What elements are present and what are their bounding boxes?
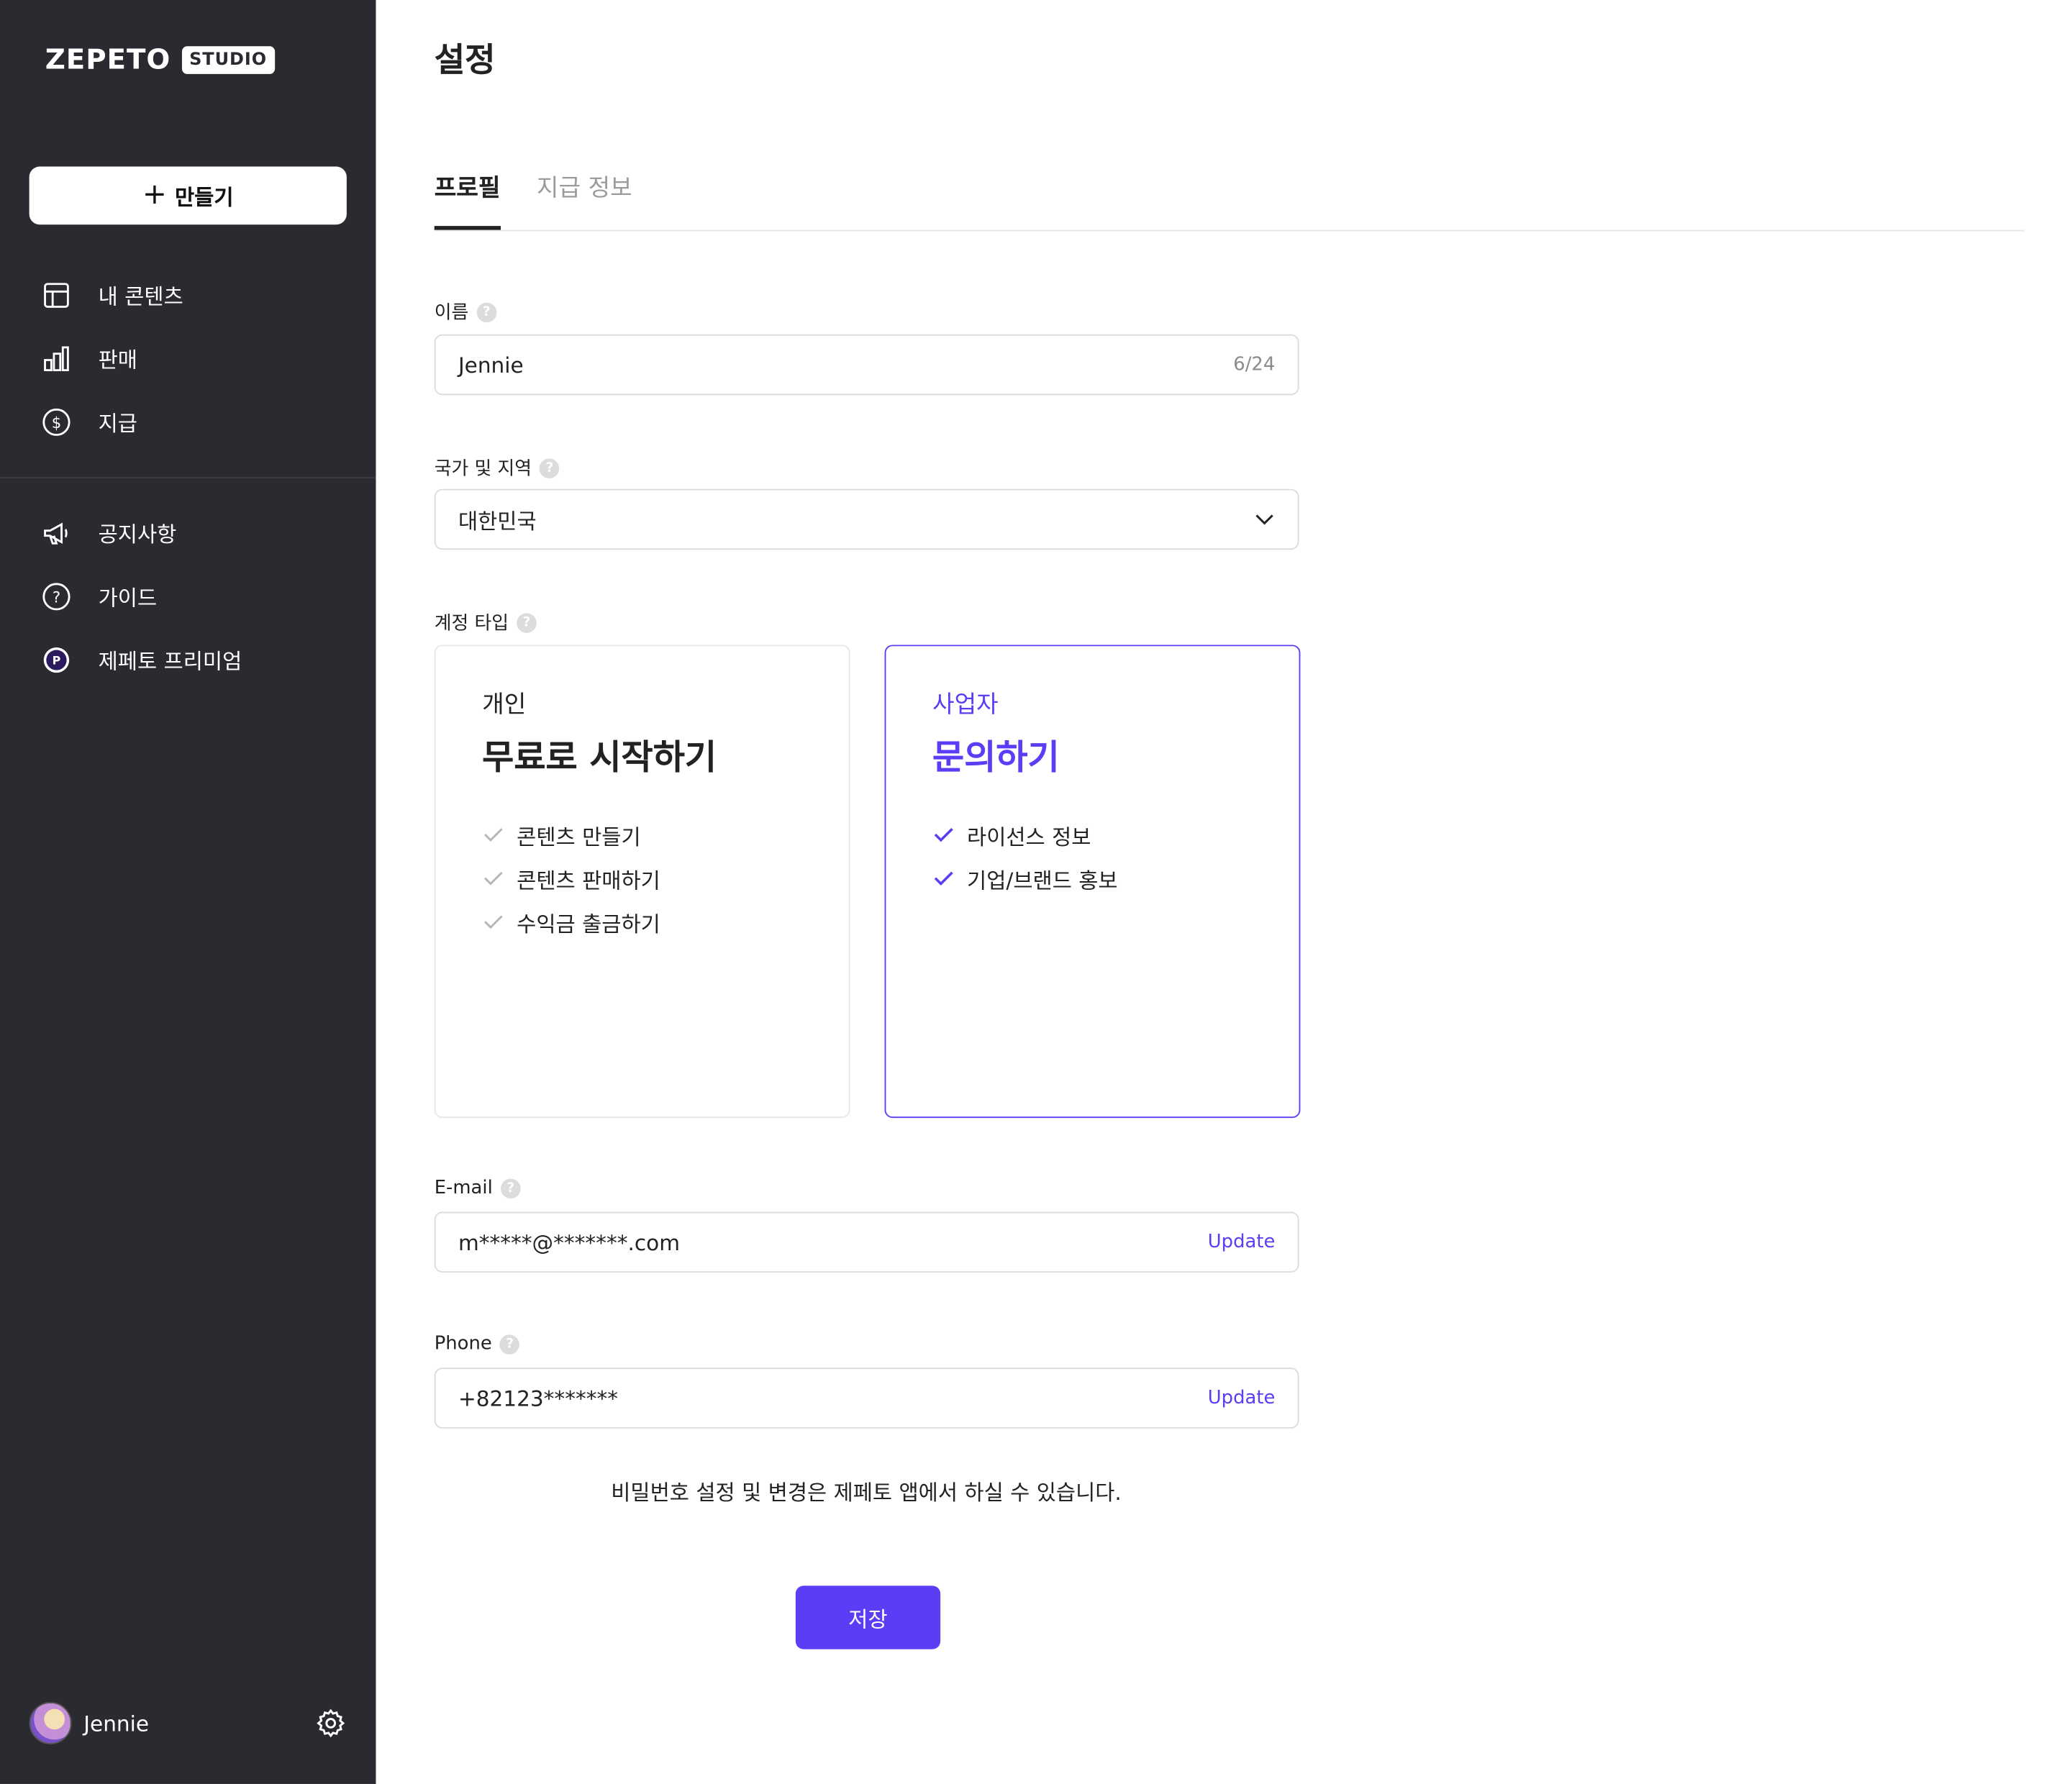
sidebar-item-label: 공지사항	[98, 522, 177, 547]
check-icon	[484, 828, 503, 842]
user-profile[interactable]: Jennie	[29, 1702, 149, 1744]
sidebar-item-label: 제페토 프리미엄	[98, 648, 242, 674]
svg-text:?: ?	[53, 587, 60, 605]
primary-nav: 내 콘텐츠 판매 $ 지급	[0, 263, 376, 454]
sidebar-item-sales[interactable]: 판매	[0, 327, 376, 390]
sidebar-divider	[0, 477, 376, 478]
check-icon	[484, 871, 503, 886]
country-label-row: 국가 및 지역 ?	[435, 455, 560, 481]
logo-badge: STUDIO	[181, 45, 276, 73]
premium-badge-icon: P	[43, 647, 70, 673]
feature-list: 라이선스 정보 기업/브랜드 홍보	[932, 813, 1118, 900]
email-label: E-mail	[434, 1177, 493, 1199]
sidebar-item-payout[interactable]: $ 지급	[0, 390, 376, 453]
account-type-card-personal[interactable]: 개인 무료로 시작하기 콘텐츠 만들기 콘텐츠 판매하기 수익금 출금하기	[434, 645, 850, 1119]
feature-label: 콘텐츠 만들기	[517, 824, 641, 850]
name-value: Jennie	[458, 352, 524, 378]
help-icon[interactable]: ?	[476, 301, 497, 322]
check-icon	[934, 871, 953, 886]
sidebar-item-my-content[interactable]: 내 콘텐츠	[0, 263, 376, 327]
sidebar-item-notices[interactable]: 공지사항	[0, 501, 376, 564]
create-button-label: 만들기	[175, 185, 234, 211]
plus-icon: +	[142, 178, 167, 211]
card-kind: 개인	[482, 691, 527, 719]
svg-text:$: $	[52, 413, 62, 431]
card-headline: 문의하기	[932, 738, 1060, 778]
svg-text:P: P	[53, 653, 61, 667]
email-value: m*****@*******.com	[458, 1229, 680, 1255]
gear-icon[interactable]	[315, 1707, 347, 1739]
avatar	[29, 1702, 72, 1744]
account-type-label: 계정 타입	[434, 613, 509, 634]
account-type-card-business[interactable]: 사업자 문의하기 라이선스 정보 기업/브랜드 홍보	[884, 645, 1301, 1119]
list-item: 콘텐츠 판매하기	[482, 856, 660, 900]
card-kind: 사업자	[932, 691, 999, 719]
list-item: 라이선스 정보	[932, 813, 1118, 857]
feature-label: 기업/브랜드 홍보	[967, 867, 1118, 893]
tab-profile[interactable]: 프로필	[434, 169, 501, 230]
help-circle-icon: ?	[42, 582, 71, 610]
create-button[interactable]: + 만들기	[29, 166, 347, 225]
country-value: 대한민국	[458, 509, 537, 534]
sidebar-item-guide[interactable]: ? 가이드	[0, 564, 376, 627]
check-icon	[484, 915, 503, 929]
name-label: 이름	[434, 302, 469, 324]
email-update-link[interactable]: Update	[1208, 1232, 1276, 1252]
layout-icon	[44, 282, 69, 307]
sidebar-item-label: 지급	[98, 411, 137, 437]
list-item: 콘텐츠 만들기	[482, 813, 660, 857]
zepeto-studio-logo[interactable]: ZEPETO STUDIO	[45, 43, 276, 76]
megaphone-icon	[44, 522, 68, 544]
settings-tabs: 프로필 지급 정보	[434, 169, 2025, 232]
help-icon[interactable]: ?	[499, 1334, 520, 1355]
check-icon	[934, 828, 953, 842]
feature-label: 수익금 출금하기	[517, 911, 660, 937]
help-icon[interactable]: ?	[540, 458, 560, 478]
phone-label-row: Phone ?	[435, 1334, 520, 1355]
feature-label: 콘텐츠 판매하기	[517, 867, 660, 893]
chevron-down-icon	[1255, 514, 1273, 525]
phone-label: Phone	[434, 1333, 492, 1355]
email-label-row: E-mail ?	[435, 1178, 521, 1198]
account-type-label-row: 계정 타입 ?	[435, 609, 537, 636]
save-button[interactable]: 저장	[795, 1585, 941, 1649]
secondary-nav: 공지사항 ? 가이드 P 제페토 프리미엄	[0, 501, 376, 691]
tab-payout-info[interactable]: 지급 정보	[537, 169, 632, 227]
logo-wordmark: ZEPETO	[45, 43, 171, 76]
page-title: 설정	[434, 40, 496, 80]
country-label: 국가 및 지역	[434, 458, 532, 480]
sidebar-item-label: 판매	[98, 347, 137, 373]
bar-chart-icon	[44, 345, 69, 371]
name-char-counter: 6/24	[1233, 354, 1276, 376]
list-item: 기업/브랜드 홍보	[932, 856, 1118, 900]
card-headline: 무료로 시작하기	[482, 738, 717, 778]
sidebar-item-label: 가이드	[98, 585, 158, 611]
phone-value: +82123*******	[458, 1385, 619, 1411]
dollar-circle-icon: $	[42, 407, 71, 436]
sidebar-item-label: 내 콘텐츠	[98, 283, 183, 309]
help-icon[interactable]: ?	[517, 612, 537, 633]
email-field[interactable]: m*****@*******.com Update	[434, 1211, 1299, 1273]
feature-list: 콘텐츠 만들기 콘텐츠 판매하기 수익금 출금하기	[482, 813, 660, 944]
name-label-row: 이름 ?	[434, 299, 497, 325]
phone-update-link[interactable]: Update	[1208, 1388, 1276, 1408]
sidebar-item-premium[interactable]: P 제페토 프리미엄	[0, 628, 376, 691]
country-select[interactable]: 대한민국	[434, 488, 1299, 550]
phone-field[interactable]: +82123******* Update	[434, 1367, 1299, 1429]
user-name: Jennie	[83, 1710, 150, 1736]
help-icon[interactable]: ?	[500, 1178, 521, 1198]
password-note: 비밀번호 설정 및 변경은 제페토 앱에서 하실 수 있습니다.	[611, 1480, 1122, 1506]
list-item: 수익금 출금하기	[482, 900, 660, 944]
sidebar: ZEPETO STUDIO + 만들기 내 콘텐츠 판매 $ 지급 공지사항 ?…	[0, 0, 376, 1784]
feature-label: 라이선스 정보	[967, 824, 1091, 850]
name-field[interactable]: Jennie 6/24	[434, 334, 1299, 396]
